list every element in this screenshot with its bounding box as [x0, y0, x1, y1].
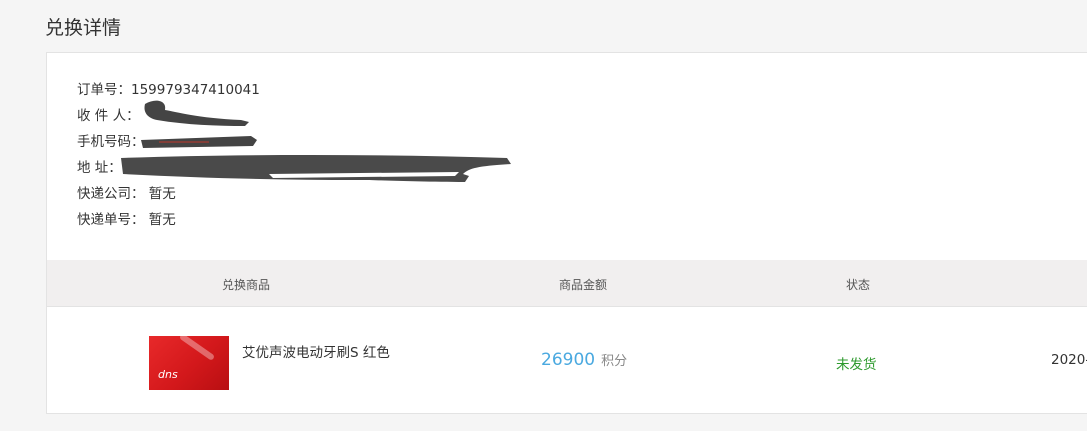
- courier-row: 快递公司： 暂无: [77, 184, 260, 210]
- courier-value: 暂无: [148, 186, 176, 202]
- address-row: 地 址：: [77, 155, 511, 184]
- product-amount: 26900 积分: [541, 350, 627, 370]
- order-number-label: 订单号：: [77, 82, 131, 98]
- header-product: 兑换商品: [221, 278, 271, 292]
- header-amount: 商品金额: [558, 278, 608, 292]
- order-date: 2020-: [1051, 352, 1087, 368]
- product-thumbnail[interactable]: dns: [149, 336, 229, 390]
- exchange-detail-card: 订单号：159979347410041 收 件 人： 手机号码： 地 址： 快递…: [46, 52, 1087, 414]
- table-row: dns 艾优声波电动牙刷S 红色 26900 积分 未发货 2020-: [47, 307, 1087, 415]
- tracking-row: 快递单号： 暂无: [77, 210, 260, 236]
- receiver-redaction: [144, 100, 249, 126]
- order-info: 订单号：159979347410041 收 件 人： 手机号码： 地 址： 快递…: [77, 80, 511, 236]
- courier-label: 快递公司：: [77, 186, 145, 202]
- order-number-value: 159979347410041: [131, 82, 260, 98]
- status-badge: 未发货: [836, 357, 877, 373]
- header-status: 状态: [845, 278, 871, 292]
- phone-redaction: [141, 136, 257, 148]
- receiver-label: 收 件 人：: [77, 108, 140, 124]
- amount-value: 26900: [541, 350, 596, 370]
- tracking-value: 暂无: [148, 212, 176, 228]
- receiver-row: 收 件 人：: [77, 100, 260, 132]
- table-header: 兑换商品 商品金额 状态: [47, 260, 1087, 307]
- address-label: 地 址：: [77, 160, 122, 176]
- toothbrush-graphic: [178, 336, 216, 361]
- tracking-label: 快递单号：: [77, 212, 145, 228]
- page-title: 兑换详情: [45, 17, 122, 39]
- product-name[interactable]: 艾优声波电动牙刷S 红色: [242, 341, 390, 361]
- phone-label: 手机号码：: [77, 134, 145, 150]
- amount-unit: 积分: [601, 354, 628, 369]
- thumbnail-logo-text: dns: [158, 368, 178, 381]
